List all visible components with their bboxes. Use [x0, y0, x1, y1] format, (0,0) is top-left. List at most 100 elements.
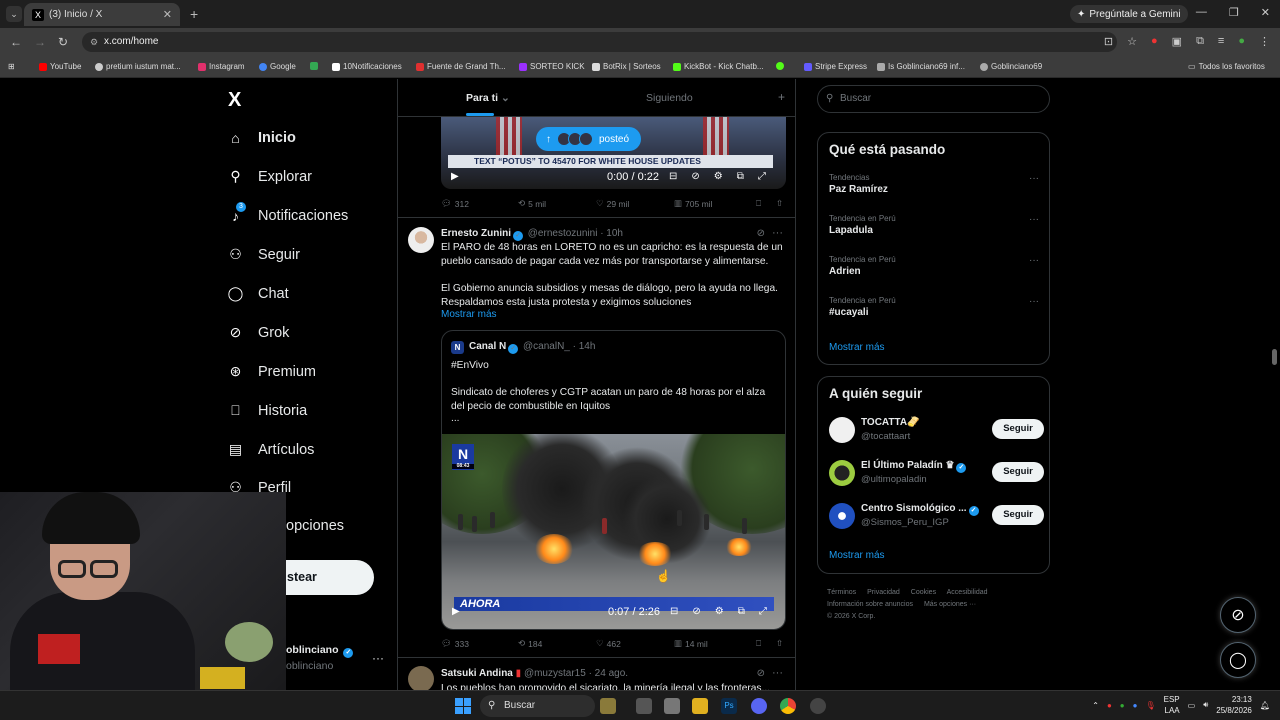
- views-button[interactable]: ▥ 705 mil: [674, 198, 756, 209]
- share-icon[interactable]: ⇧: [776, 638, 783, 649]
- forward-icon[interactable]: →: [34, 35, 46, 49]
- new-posts-pill[interactable]: ↑ posteó: [536, 127, 642, 151]
- microphone-icon[interactable]: 🎙︎: [1145, 701, 1155, 710]
- sidebar-item-notificaciones[interactable]: ♪ 3 Notificaciones: [227, 202, 348, 224]
- trend-item[interactable]: Tendencia en Perú Lapadula ···: [829, 214, 1039, 236]
- back-icon[interactable]: ←: [10, 35, 22, 49]
- more-icon[interactable]: ···: [772, 667, 783, 679]
- volume-icon[interactable]: 🔊︎: [1203, 700, 1208, 710]
- sidebar-item-grok[interactable]: ⊘ Grok: [227, 324, 290, 341]
- maximize-icon[interactable]: ❐: [1229, 6, 1239, 19]
- profile-avatar-icon[interactable]: ●: [1238, 35, 1245, 48]
- sidebar-item-historia[interactable]: ⎕ Historia: [227, 402, 307, 419]
- app-icon[interactable]: [664, 698, 680, 714]
- more-icon[interactable]: ···: [1029, 296, 1039, 307]
- footer-link[interactable]: Más opciones ···: [924, 601, 976, 608]
- photoshop-icon[interactable]: Ps: [721, 698, 737, 714]
- close-window-icon[interactable]: ✕: [1261, 6, 1270, 19]
- tray-app-icon[interactable]: ●: [1120, 701, 1125, 710]
- more-icon[interactable]: ···: [1029, 255, 1039, 266]
- bookmark-11[interactable]: Stripe Express: [804, 62, 867, 71]
- play-icon[interactable]: ▶: [451, 171, 459, 182]
- follow-button[interactable]: Seguir: [992, 462, 1044, 482]
- more-icon[interactable]: ···: [1029, 214, 1039, 225]
- mute-icon[interactable]: ⊘: [691, 171, 699, 182]
- mute-icon[interactable]: ⊘: [692, 606, 700, 617]
- tweet-author[interactable]: Satsuki Andina ▮ @muzystar15 · 24 ago.: [441, 668, 628, 679]
- clock[interactable]: 23:13 25/8/2026: [1216, 694, 1252, 716]
- grok-icon[interactable]: ⊘: [757, 228, 765, 239]
- footer-link[interactable]: Cookies: [911, 589, 936, 596]
- reply-button[interactable]: 💬︎ 312: [441, 198, 518, 209]
- tab-search-icon[interactable]: ⌄: [6, 6, 22, 22]
- follow-suggestion[interactable]: Centro Sismológico ... ✓ @Sismos_Peru_IGP…: [829, 501, 1044, 531]
- site-info-icon[interactable]: ⚙: [90, 32, 98, 52]
- bookmark-10[interactable]: [776, 62, 784, 70]
- sidebar-item-premium[interactable]: ⊛ Premium: [227, 363, 316, 380]
- repost-button[interactable]: ⟲ 184: [518, 638, 596, 649]
- windows-start-icon[interactable]: [455, 698, 471, 714]
- trend-item[interactable]: Tendencia en Perú Adrien ···: [829, 255, 1039, 277]
- bookmark-7[interactable]: SORTEO KICK: [519, 62, 585, 71]
- pip-icon[interactable]: ⧉: [738, 606, 745, 617]
- captions-icon[interactable]: ⊟: [670, 606, 678, 617]
- menu-icon[interactable]: ⋮: [1259, 35, 1270, 48]
- protest-video[interactable]: N 08:43 AHORA ▶ 0:07 / 2:26 ⊟ ⊘ ⚙ ⧉ ⤢ ☝: [442, 434, 785, 629]
- chevron-up-icon[interactable]: ⌃: [1092, 701, 1099, 710]
- more-icon[interactable]: ···: [772, 227, 783, 239]
- extension-red-icon[interactable]: ●: [1151, 35, 1158, 48]
- bookmark-3[interactable]: Google: [259, 62, 296, 71]
- quoted-tweet[interactable]: N Canal N ✓ @canalN_ · 14h #EnVivo Sindic…: [441, 330, 786, 630]
- minimize-icon[interactable]: —: [1196, 6, 1207, 19]
- file-explorer-icon[interactable]: [692, 698, 708, 714]
- bookmark-12[interactable]: Is Goblinciano69 inf...: [877, 62, 965, 71]
- account-more-icon[interactable]: ···: [372, 651, 384, 665]
- app-icon[interactable]: [810, 698, 826, 714]
- task-view-icon[interactable]: [636, 698, 652, 714]
- widgets-icon[interactable]: [600, 698, 616, 714]
- close-tab-icon[interactable]: ✕: [163, 8, 172, 21]
- more-icon[interactable]: ···: [1029, 173, 1039, 184]
- chat-float-button[interactable]: ◯: [1220, 642, 1256, 678]
- bookmark-9[interactable]: KickBot - Kick Chatb...: [673, 62, 764, 71]
- chrome-icon[interactable]: [780, 698, 796, 714]
- sidebar-item-articulos[interactable]: ▤ Artículos: [227, 441, 315, 458]
- play-icon[interactable]: ▶: [452, 606, 460, 617]
- bookmark-button[interactable]: ⎕: [756, 638, 776, 649]
- search-input[interactable]: ⚲ Buscar: [817, 85, 1050, 113]
- footer-link[interactable]: Accesibilidad: [947, 589, 988, 596]
- add-feed-icon[interactable]: +: [778, 90, 785, 104]
- footer-link[interactable]: Términos: [827, 589, 856, 596]
- grok-float-button[interactable]: ⊘: [1220, 597, 1256, 633]
- bookmark-2[interactable]: Instagram: [198, 62, 245, 71]
- show-more-link[interactable]: Mostrar más: [829, 550, 885, 561]
- new-tab-icon[interactable]: +: [190, 6, 198, 22]
- sidebar-item-seguir[interactable]: ⚇ Seguir: [227, 246, 300, 263]
- tray-app-icon[interactable]: ●: [1133, 701, 1138, 710]
- share-icon[interactable]: ⇧: [776, 198, 783, 209]
- trend-item[interactable]: Tendencia en Perú #ucayali ···: [829, 296, 1039, 318]
- bookmark-6[interactable]: Fuente de Grand Th...: [416, 62, 506, 71]
- follow-button[interactable]: Seguir: [992, 419, 1044, 439]
- avatar[interactable]: [408, 666, 434, 690]
- reply-button[interactable]: 💬︎ 333: [441, 638, 518, 649]
- reload-icon[interactable]: ↻: [58, 35, 68, 49]
- sidebar-item-chat[interactable]: ◯ Chat: [227, 285, 289, 302]
- settings-icon[interactable]: ⚙: [714, 171, 723, 182]
- bookmark-4[interactable]: [310, 62, 318, 70]
- install-icon[interactable]: ⊡: [1104, 35, 1113, 48]
- x-logo-icon[interactable]: X: [228, 89, 241, 112]
- apps-icon[interactable]: ⊞: [8, 62, 15, 71]
- tray-app-icon[interactable]: ●: [1107, 701, 1112, 710]
- sidebar-item-inicio[interactable]: ⌂ Inicio: [227, 129, 296, 146]
- bookmark-button[interactable]: ⎕: [756, 198, 776, 209]
- avatar[interactable]: [408, 227, 434, 253]
- show-more-link[interactable]: Mostrar más: [441, 309, 497, 320]
- sidebar-item-explorar[interactable]: ⚲ Explorar: [227, 168, 312, 185]
- bookmark-1[interactable]: pretium iustum mat...: [95, 62, 181, 71]
- follow-suggestion[interactable]: El Último Paladín ♛ ✓ @ultimopaladin Segu…: [829, 458, 1044, 488]
- like-button[interactable]: ♡ 29 mil: [596, 198, 674, 209]
- fullscreen-icon[interactable]: ⤢: [759, 606, 767, 617]
- puzzle-icon[interactable]: ⧉: [1196, 35, 1204, 48]
- scrollbar-thumb[interactable]: [1272, 349, 1277, 365]
